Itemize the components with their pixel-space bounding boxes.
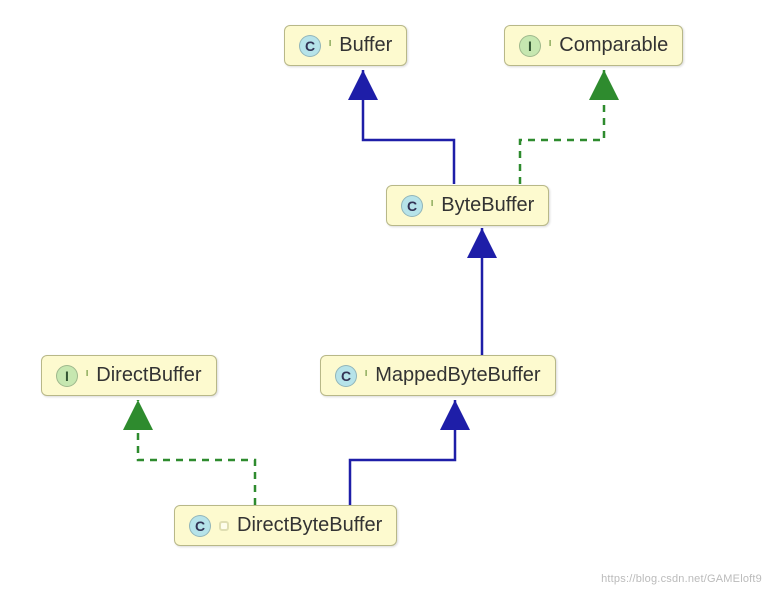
package-private-icon xyxy=(219,521,229,531)
node-comparable: I ᶥ Comparable xyxy=(504,25,683,66)
abstract-icon: ᶥ xyxy=(431,197,433,215)
interface-icon: I xyxy=(519,35,541,57)
node-bytebuffer: C ᶥ ByteBuffer xyxy=(386,185,549,226)
node-label: ByteBuffer xyxy=(441,194,534,217)
class-icon: C xyxy=(401,195,423,217)
abstract-icon: ᶥ xyxy=(549,37,551,55)
node-label: DirectByteBuffer xyxy=(237,514,382,537)
edge-bytebuffer-comparable xyxy=(520,70,604,184)
watermark-text: https://blog.csdn.net/GAMEloft9 xyxy=(601,573,762,585)
edge-bytebuffer-buffer xyxy=(363,70,454,184)
class-icon: C xyxy=(189,515,211,537)
abstract-icon: ᶥ xyxy=(329,37,331,55)
abstract-icon: ᶥ xyxy=(365,367,367,385)
class-icon: C xyxy=(299,35,321,57)
node-label: DirectBuffer xyxy=(96,364,201,387)
node-mappedbytebuffer: C ᶥ MappedByteBuffer xyxy=(320,355,556,396)
node-directbytebuffer: C DirectByteBuffer xyxy=(174,505,397,546)
abstract-icon: ᶥ xyxy=(86,367,88,385)
edge-directbb-mappedbb xyxy=(350,400,455,505)
node-label: Comparable xyxy=(559,34,668,57)
node-buffer: C ᶥ Buffer xyxy=(284,25,407,66)
connectors-layer xyxy=(0,0,768,589)
edge-directbb-directbuffer xyxy=(138,400,255,505)
class-icon: C xyxy=(335,365,357,387)
node-directbuffer: I ᶥ DirectBuffer xyxy=(41,355,217,396)
interface-icon: I xyxy=(56,365,78,387)
node-label: Buffer xyxy=(339,34,392,57)
node-label: MappedByteBuffer xyxy=(375,364,540,387)
